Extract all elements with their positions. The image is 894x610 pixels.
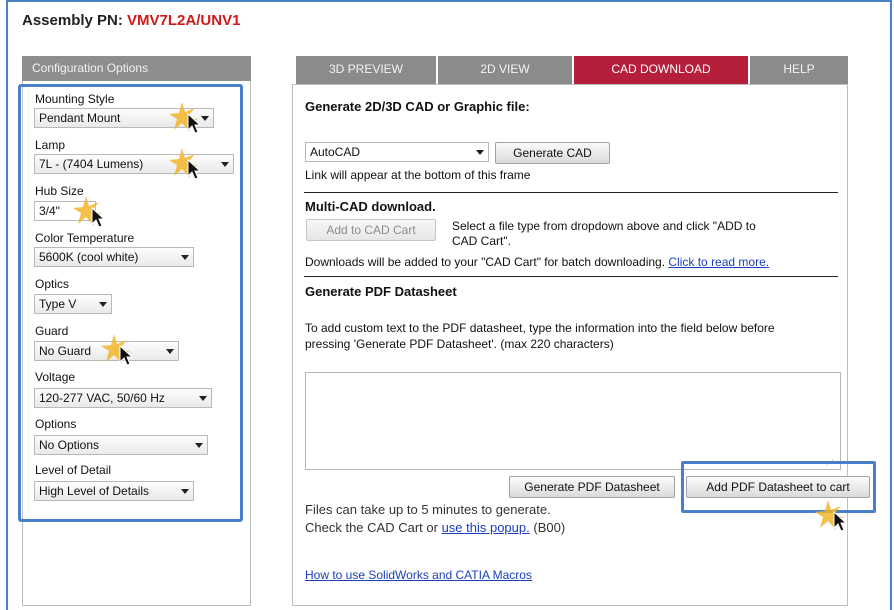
- cursor-click-icon: [73, 196, 106, 228]
- chevron-down-icon: [166, 349, 174, 354]
- chevron-down-icon: [181, 489, 189, 494]
- cursor-click-icon: [815, 500, 848, 532]
- pdf-description-line1: To add custom text to the PDF datasheet,…: [305, 321, 775, 335]
- batch-download-note: Downloads will be added to your "CAD Car…: [305, 255, 769, 269]
- optics-value: Type V: [39, 297, 77, 311]
- option-label-optics: Optics: [35, 277, 70, 291]
- multi-cad-description-line2: CAD Cart".: [452, 234, 511, 248]
- tab-help[interactable]: HELP: [750, 56, 848, 84]
- link-note: Link will appear at the bottom of this f…: [305, 168, 531, 182]
- chevron-down-icon: [195, 443, 203, 448]
- read-more-link[interactable]: Click to read more.: [668, 255, 769, 269]
- generate-cad-heading: Generate 2D/3D CAD or Graphic file:: [305, 99, 530, 114]
- frame-border-top: [6, 0, 892, 2]
- voltage-select[interactable]: 120-277 VAC, 50/60 Hz: [34, 388, 212, 408]
- option-label-lamp: Lamp: [35, 138, 66, 152]
- cursor-click-icon: [101, 334, 134, 366]
- files-note: Files can take up to 5 minutes to genera…: [305, 502, 551, 517]
- optics-select[interactable]: Type V: [34, 294, 112, 314]
- config-panel-header: Configuration Options: [22, 56, 251, 81]
- chevron-down-icon: [181, 255, 189, 260]
- hub-size-value: 3/4": [39, 204, 60, 218]
- tab-3d-preview[interactable]: 3D PREVIEW: [296, 56, 436, 84]
- multi-cad-heading: Multi-CAD download.: [305, 199, 436, 214]
- chevron-down-icon: [221, 162, 229, 167]
- add-to-cad-cart-button[interactable]: Add to CAD Cart: [306, 219, 436, 241]
- check-prefix: Check the CAD Cart or: [305, 520, 438, 535]
- batch-note-text: Downloads will be added to your "CAD Car…: [305, 255, 666, 269]
- multi-cad-description-line1: Select a file type from dropdown above a…: [452, 219, 756, 233]
- part-number: VMV7L2A/UNV1: [127, 12, 241, 29]
- divider: [304, 276, 838, 277]
- lamp-value: 7L - (7404 Lumens): [39, 157, 144, 171]
- option-label-options: Options: [35, 417, 77, 431]
- cad-format-value: AutoCAD: [310, 145, 361, 159]
- frame-border-left: [6, 0, 8, 610]
- guard-value: No Guard: [39, 344, 92, 358]
- check-suffix: (B00): [533, 520, 566, 535]
- color-temperature-value: 5600K (cool white): [39, 250, 139, 264]
- cad-format-select[interactable]: AutoCAD: [305, 142, 489, 162]
- tab-cad-download[interactable]: CAD DOWNLOAD: [574, 56, 748, 84]
- level-of-detail-select[interactable]: High Level of Details: [34, 481, 194, 501]
- option-label-mounting-style: Mounting Style: [35, 92, 115, 106]
- cursor-click-icon: [169, 148, 202, 180]
- tab-2d-view[interactable]: 2D VIEW: [438, 56, 572, 84]
- check-cart-note: Check the CAD Cart or use this popup. (B…: [305, 520, 565, 535]
- chevron-down-icon: [99, 302, 107, 307]
- mounting-style-value: Pendant Mount: [39, 111, 121, 125]
- generate-cad-button[interactable]: Generate CAD: [495, 142, 610, 164]
- pdf-datasheet-heading: Generate PDF Datasheet: [305, 284, 457, 299]
- options-select[interactable]: No Options: [34, 435, 208, 455]
- color-temperature-select[interactable]: 5600K (cool white): [34, 247, 194, 267]
- option-label-level-of-detail: Level of Detail: [35, 463, 112, 477]
- divider: [304, 192, 838, 193]
- popup-link[interactable]: use this popup.: [442, 520, 530, 535]
- cursor-click-icon: [169, 102, 202, 134]
- option-label-voltage: Voltage: [35, 370, 76, 384]
- chevron-down-icon: [476, 150, 484, 155]
- chevron-down-icon: [199, 396, 207, 401]
- voltage-value: 120-277 VAC, 50/60 Hz: [39, 391, 165, 405]
- generate-pdf-datasheet-button[interactable]: Generate PDF Datasheet: [509, 476, 675, 498]
- level-of-detail-value: High Level of Details: [39, 484, 150, 498]
- pdf-description-line2: pressing 'Generate PDF Datasheet'. (max …: [305, 337, 614, 351]
- page-title: Assembly PN: VMV7L2A/UNV1: [22, 12, 240, 29]
- solidworks-catia-macros-link[interactable]: How to use SolidWorks and CATIA Macros: [305, 568, 532, 582]
- options-value: No Options: [39, 438, 100, 452]
- pdf-custom-text-field[interactable]: [305, 372, 841, 470]
- title-label: Assembly PN:: [22, 12, 123, 29]
- option-label-guard: Guard: [35, 324, 69, 338]
